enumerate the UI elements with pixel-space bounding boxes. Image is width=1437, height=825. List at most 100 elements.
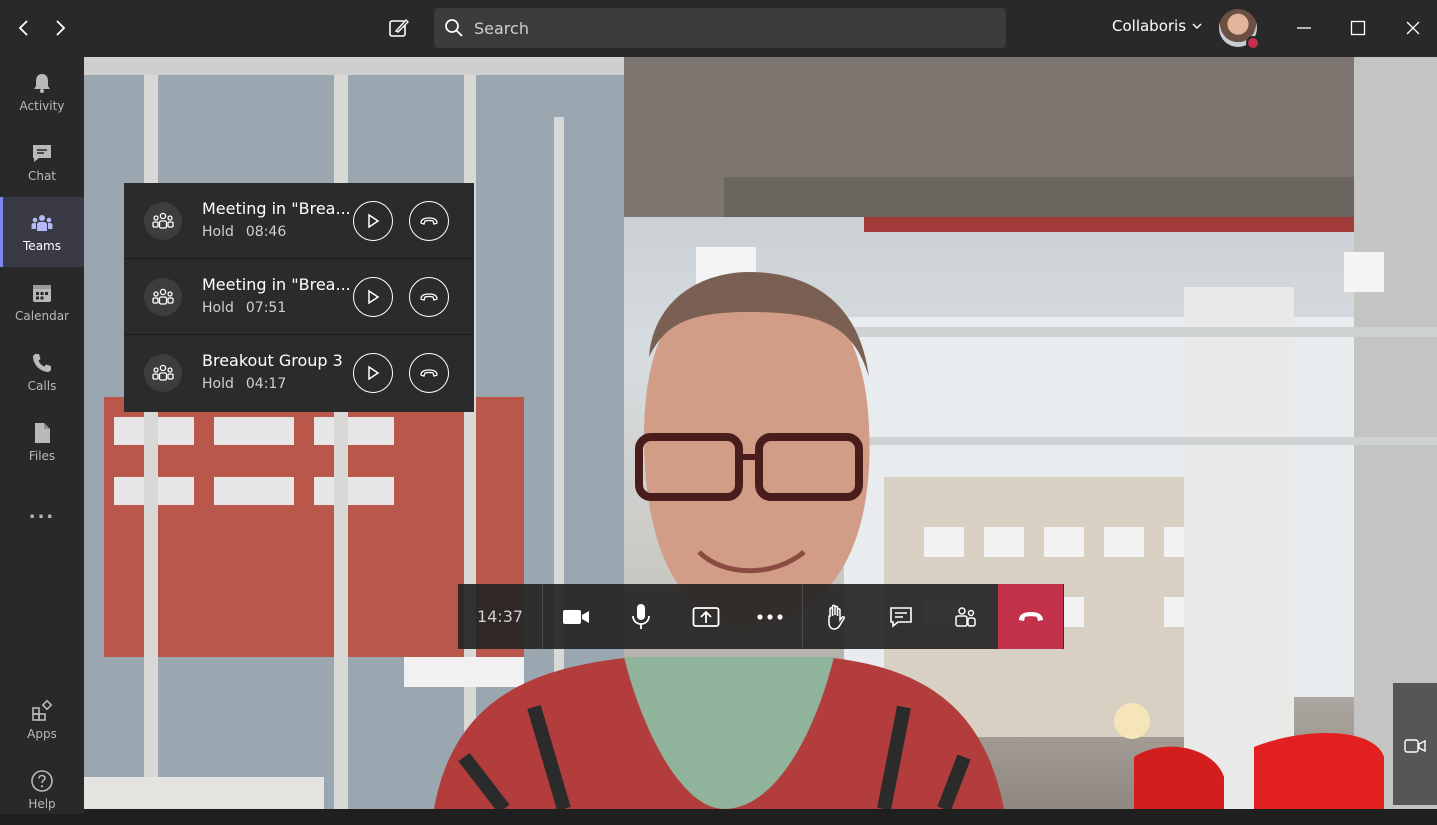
- rail-item-teams[interactable]: Teams: [0, 197, 84, 267]
- play-icon: [368, 213, 380, 229]
- call-controls: 14:37: [458, 584, 1064, 649]
- held-call-title: Meeting in "Brea...: [202, 275, 351, 294]
- play-icon: [368, 365, 380, 381]
- rail-item-label: Calendar: [15, 309, 69, 323]
- close-icon: [1406, 21, 1420, 35]
- participants-button[interactable]: [933, 584, 998, 649]
- rail-item-label: Files: [28, 449, 56, 463]
- people-icon: [152, 212, 174, 229]
- more-options-button[interactable]: [738, 584, 803, 649]
- minimize-button[interactable]: [1284, 10, 1324, 46]
- people-icon: [152, 288, 174, 305]
- rail-item-help[interactable]: Help: [0, 755, 84, 825]
- resume-button[interactable]: [353, 201, 393, 241]
- chat-button[interactable]: [868, 584, 933, 649]
- teams-icon: [31, 215, 53, 231]
- rail-more-button[interactable]: ...: [0, 477, 84, 547]
- held-call-status: Hold 07:51: [202, 300, 286, 316]
- meeting-avatar: [144, 277, 182, 316]
- share-screen-icon: [692, 606, 719, 627]
- hold-duration: 07:51: [245, 300, 287, 316]
- title-bar: Collaboris: [0, 0, 1437, 57]
- rail-item-calendar[interactable]: Calendar: [0, 267, 84, 337]
- end-call-button[interactable]: [409, 353, 449, 393]
- hold-duration: 08:46: [245, 224, 287, 240]
- more-icon: ...: [28, 501, 56, 523]
- more-icon: [757, 613, 783, 620]
- camera-button[interactable]: [543, 584, 608, 649]
- hang-up-button[interactable]: [998, 584, 1063, 649]
- hold-label: Hold: [202, 376, 234, 392]
- maximize-button[interactable]: [1338, 10, 1378, 46]
- self-view-toggle[interactable]: [1393, 683, 1437, 805]
- back-button[interactable]: [10, 14, 38, 42]
- apps-icon: [32, 699, 53, 721]
- close-button[interactable]: [1393, 10, 1433, 46]
- call-timer: 14:37: [458, 584, 543, 649]
- raise-hand-icon: [827, 604, 845, 630]
- search-input[interactable]: [472, 17, 972, 39]
- hang-up-icon: [420, 369, 438, 377]
- participant-video: [84, 57, 1437, 809]
- rail-item-apps[interactable]: Apps: [0, 685, 84, 755]
- chevron-down-icon: [1192, 23, 1202, 29]
- held-call-row[interactable]: Breakout Group 3 Hold 04:17: [124, 335, 474, 411]
- rail-item-label: Calls: [27, 379, 57, 393]
- video-stage: [84, 57, 1437, 809]
- chat-icon: [889, 606, 912, 628]
- rail-item-activity[interactable]: Activity: [0, 57, 84, 127]
- forward-button[interactable]: [46, 14, 74, 42]
- calendar-icon: [33, 285, 51, 302]
- people-icon: [152, 364, 174, 381]
- held-call-row[interactable]: Meeting in "Brea... Hold 07:51: [124, 259, 474, 335]
- maximize-icon: [1350, 20, 1366, 36]
- microphone-button[interactable]: [608, 584, 673, 649]
- hold-duration: 04:17: [245, 376, 287, 392]
- bell-icon: [34, 74, 50, 93]
- rail-item-label: Chat: [27, 169, 57, 183]
- held-call-status: Hold 04:17: [202, 376, 286, 392]
- raise-hand-button[interactable]: [803, 584, 868, 649]
- end-call-button[interactable]: [409, 277, 449, 317]
- hang-up-icon: [420, 217, 438, 225]
- org-name: Collaboris: [1112, 17, 1187, 35]
- rail-item-files[interactable]: Files: [0, 407, 84, 477]
- share-screen-button[interactable]: [673, 584, 738, 649]
- held-call-title: Breakout Group 3: [202, 351, 343, 370]
- chevron-left-icon: [18, 20, 28, 36]
- held-calls-panel: Meeting in "Brea... Hold 08:46 Meeting in…: [124, 183, 474, 412]
- app-rail: Activity Chat Teams Calendar Calls Files…: [0, 57, 84, 814]
- meeting-avatar: [144, 201, 182, 240]
- rail-item-calls[interactable]: Calls: [0, 337, 84, 407]
- search-icon: [445, 19, 463, 37]
- chevron-right-icon: [56, 20, 66, 36]
- help-icon: [31, 770, 53, 792]
- file-icon: [35, 423, 50, 443]
- microphone-icon: [631, 603, 650, 629]
- video-switch-icon: [1404, 739, 1426, 753]
- participants-icon: [954, 606, 976, 627]
- hang-up-icon: [420, 293, 438, 301]
- rail-item-label: Activity: [19, 99, 65, 113]
- held-call-title: Meeting in "Brea...: [202, 199, 351, 218]
- held-call-row[interactable]: Meeting in "Brea... Hold 08:46: [124, 183, 474, 259]
- rail-item-label: Teams: [23, 239, 61, 253]
- camera-icon: [562, 609, 589, 624]
- new-chat-button[interactable]: [385, 14, 413, 42]
- hold-label: Hold: [202, 224, 234, 240]
- resume-button[interactable]: [353, 353, 393, 393]
- hang-up-icon: [1018, 611, 1043, 621]
- rail-item-label: Apps: [27, 727, 57, 741]
- chat-icon: [33, 145, 51, 162]
- rail-item-label: Help: [28, 797, 56, 811]
- org-switcher[interactable]: Collaboris: [1112, 17, 1202, 35]
- meeting-avatar: [144, 354, 182, 392]
- held-call-status: Hold 08:46: [202, 224, 286, 240]
- phone-icon: [33, 354, 51, 372]
- rail-item-chat[interactable]: Chat: [0, 127, 84, 197]
- presence-badge: [1246, 36, 1260, 50]
- minimize-icon: [1297, 27, 1311, 29]
- end-call-button[interactable]: [409, 201, 449, 241]
- search-box[interactable]: [434, 8, 1006, 48]
- resume-button[interactable]: [353, 277, 393, 317]
